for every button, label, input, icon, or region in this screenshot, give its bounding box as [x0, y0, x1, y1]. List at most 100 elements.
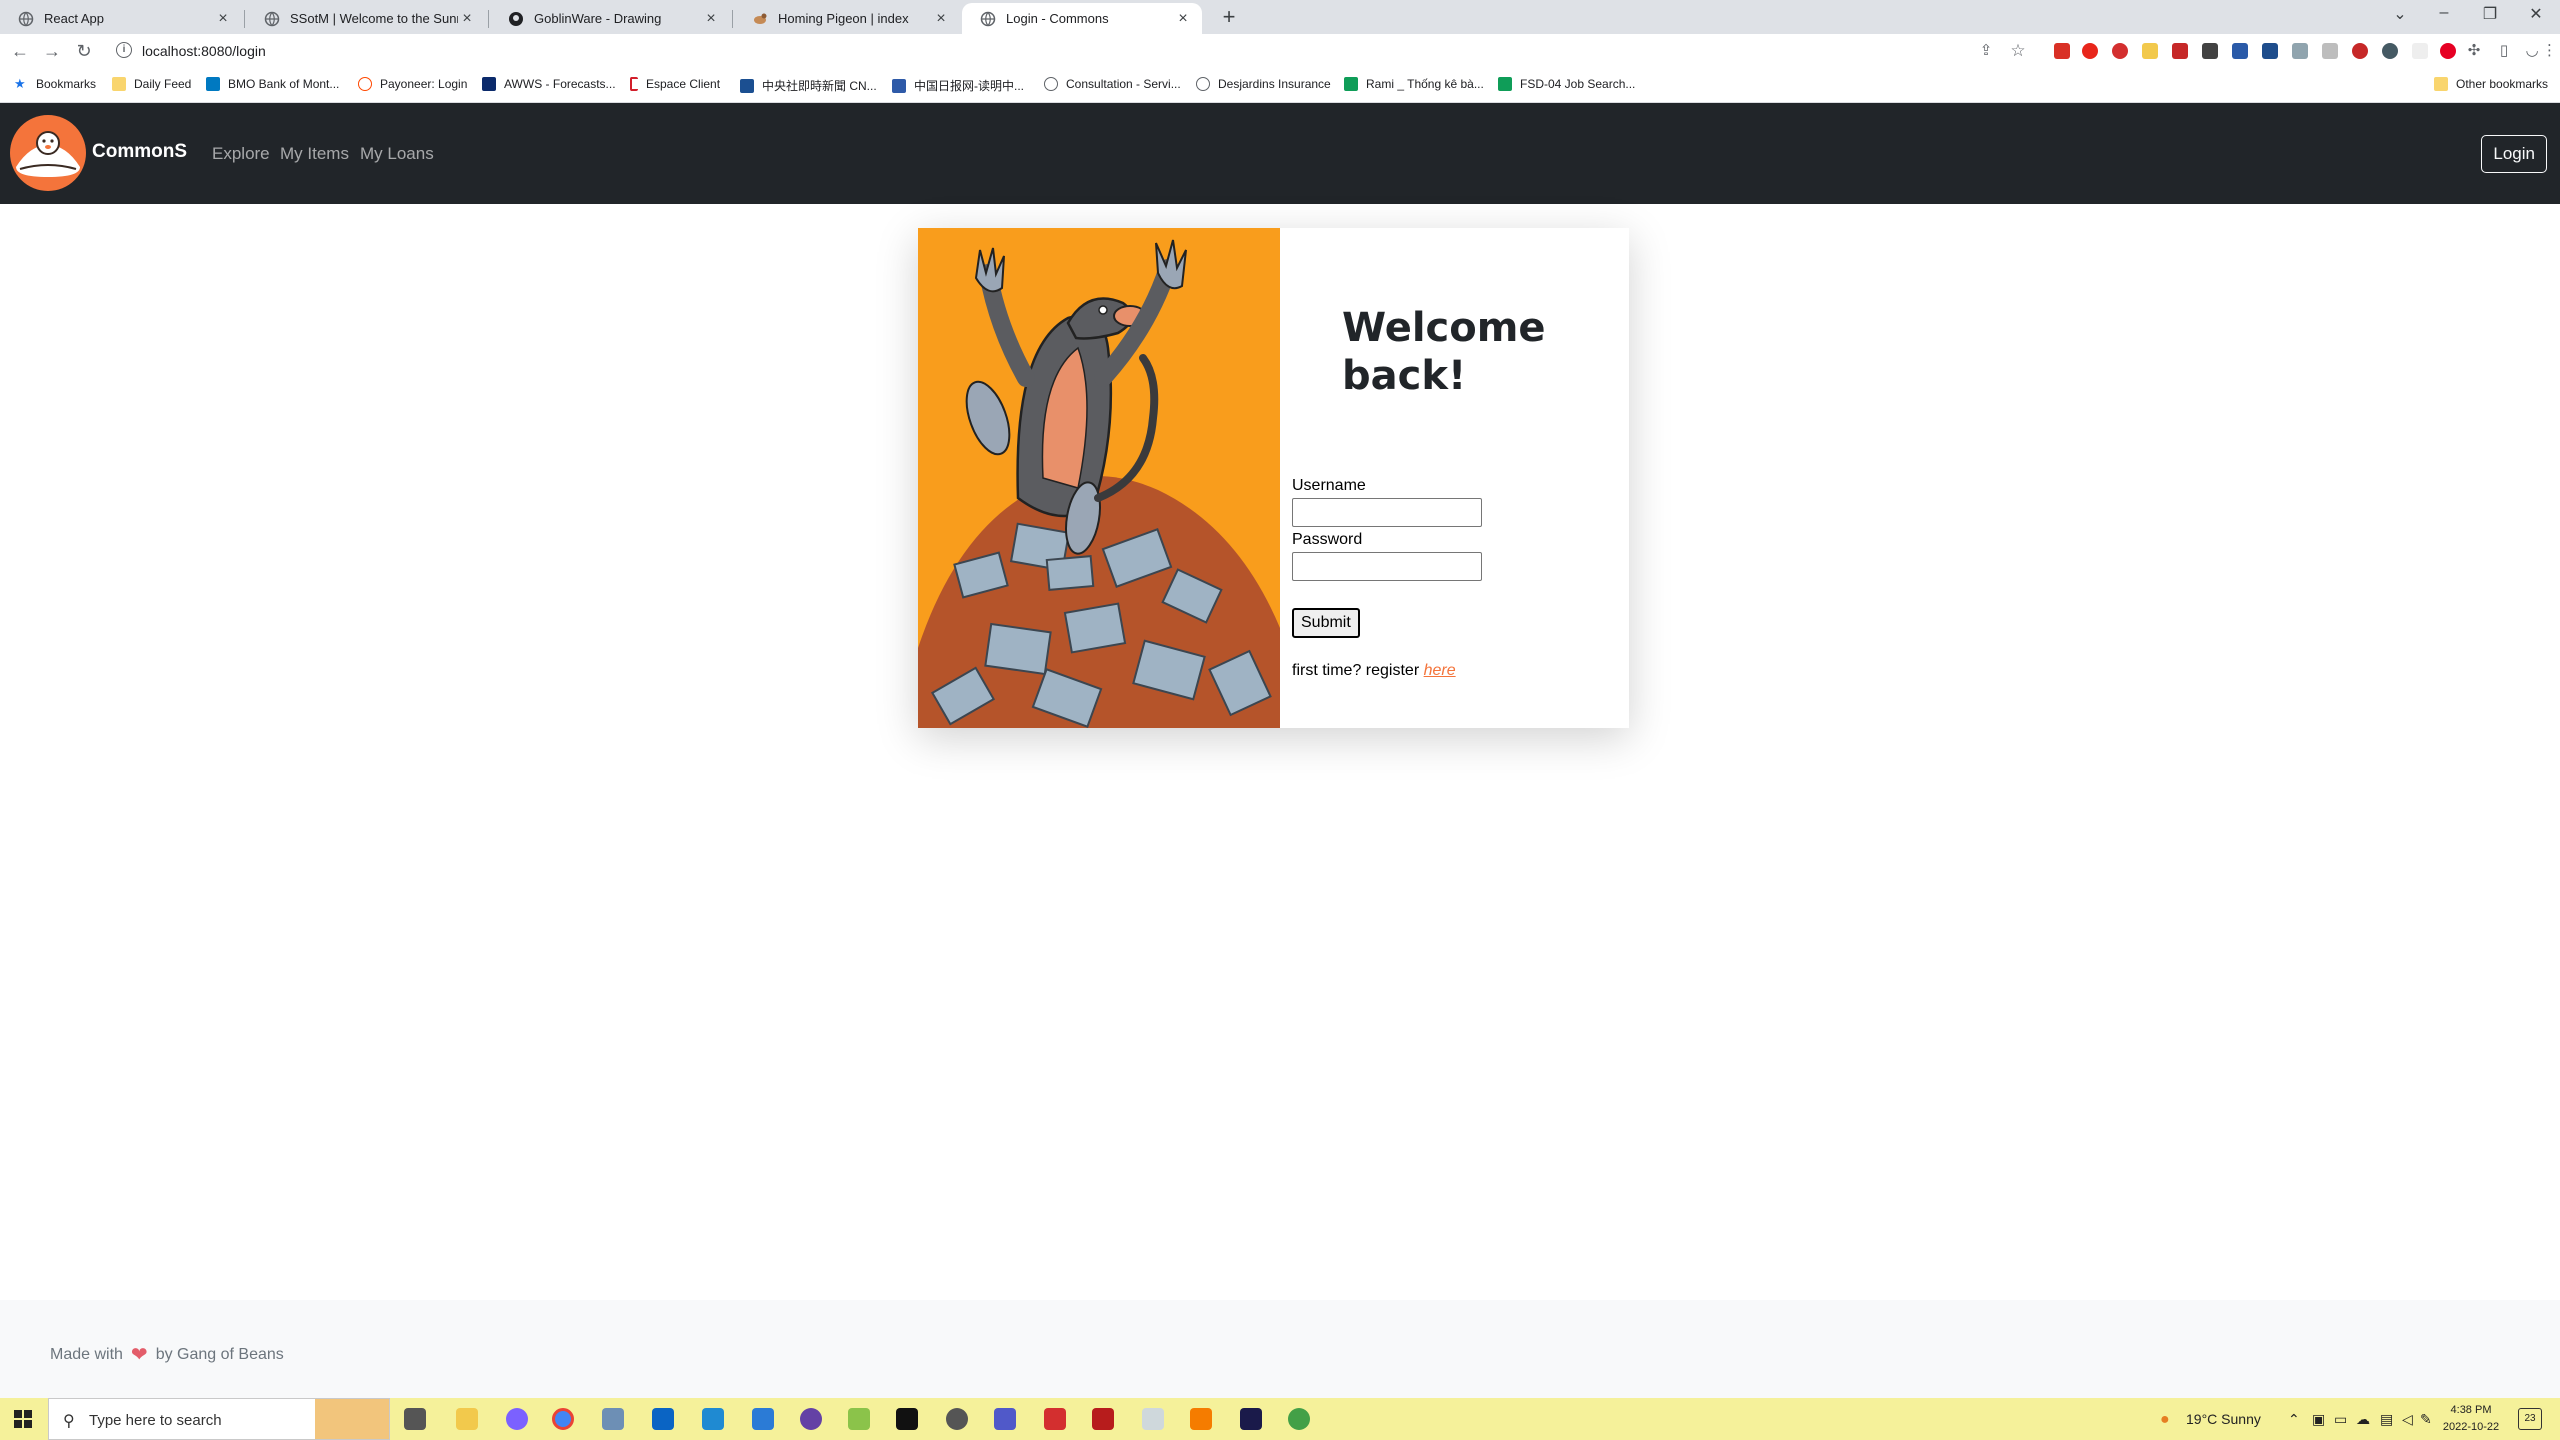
app-icon[interactable] — [1142, 1408, 1164, 1430]
close-tab-icon[interactable]: × — [932, 10, 950, 28]
close-tab-icon[interactable]: × — [1174, 10, 1192, 28]
pdf-icon[interactable] — [1092, 1408, 1114, 1430]
tab-search-icon[interactable]: ⌄ — [2380, 4, 2420, 24]
tray-pen-icon[interactable]: ✎ — [2420, 1411, 2432, 1428]
extension-icon[interactable] — [2352, 43, 2368, 59]
bookmark-item[interactable]: FSD-04 Job Search... — [1498, 77, 1635, 91]
tray-app-icon[interactable]: ▤ — [2380, 1411, 2393, 1428]
footer-prefix: Made with — [50, 1345, 123, 1363]
app-icon[interactable] — [848, 1408, 870, 1430]
nav-my-items[interactable]: My Items — [280, 144, 349, 164]
browser-tab[interactable]: SSotM | Welcome to the Sunny Si × — [246, 3, 486, 34]
app-icon[interactable] — [1190, 1408, 1212, 1430]
outlook-icon[interactable] — [652, 1408, 674, 1430]
forward-icon[interactable]: → — [40, 40, 64, 64]
extension-icon[interactable] — [2172, 43, 2188, 59]
browser-tab[interactable]: Homing Pigeon | index × — [734, 3, 960, 34]
commons-logo[interactable] — [10, 115, 86, 191]
intellij-icon[interactable] — [1240, 1408, 1262, 1430]
browser-tab[interactable]: React App × — [0, 3, 242, 34]
bookmark-item[interactable]: Espace Client — [630, 77, 720, 91]
tray-speaker-icon[interactable]: ◁ — [2402, 1411, 2413, 1428]
username-input[interactable] — [1292, 498, 1482, 527]
bookmark-item[interactable]: Daily Feed — [112, 77, 191, 91]
share-icon[interactable]: ⇪ — [1974, 40, 1998, 64]
extension-icon[interactable] — [2262, 43, 2278, 59]
app-icon[interactable] — [1288, 1408, 1310, 1430]
bookmark-item[interactable]: AWWS - Forecasts... — [482, 77, 616, 91]
sheet-icon — [1344, 77, 1358, 91]
chrome-icon[interactable] — [552, 1408, 574, 1430]
browser-tab-active[interactable]: Login - Commons × — [962, 3, 1202, 34]
restore-icon[interactable]: ❐ — [2470, 4, 2510, 24]
adblock-icon[interactable] — [2112, 43, 2128, 59]
bookmark-item[interactable]: Rami _ Thống kê bà... — [1344, 77, 1484, 91]
brand-name[interactable]: CommonS — [92, 141, 187, 163]
reload-icon[interactable]: ↻ — [72, 40, 96, 64]
extension-icon[interactable] — [2232, 43, 2248, 59]
side-panel-icon[interactable]: ▯ — [2492, 40, 2516, 64]
file-explorer-icon[interactable] — [456, 1408, 478, 1430]
task-view-icon[interactable] — [404, 1408, 426, 1430]
weather-text[interactable]: 19°C Sunny — [2186, 1411, 2261, 1427]
settings-gear-icon[interactable] — [946, 1408, 968, 1430]
extension-icon[interactable] — [2142, 43, 2158, 59]
bookmark-item[interactable]: Desjardins Insurance — [1196, 77, 1331, 91]
puzzle-icon[interactable] — [2428, 40, 2452, 64]
tray-chevron-icon[interactable]: ⌃ — [2288, 1411, 2300, 1428]
search-icon: ⚲ — [63, 1413, 75, 1430]
teams-icon[interactable] — [994, 1408, 1016, 1430]
windows-start-icon[interactable] — [14, 1410, 32, 1428]
terminal-icon[interactable] — [896, 1408, 918, 1430]
minimize-icon[interactable]: – — [2424, 4, 2464, 22]
address-bar[interactable]: i localhost:8080/login — [110, 36, 2026, 66]
extension-icon[interactable] — [2292, 43, 2308, 59]
bookmark-item[interactable]: Consultation - Servi... — [1044, 77, 1181, 91]
password-input[interactable] — [1292, 552, 1482, 581]
new-tab-button[interactable]: + — [1216, 5, 1242, 31]
browser-tab[interactable]: GoblinWare - Drawing × — [490, 3, 730, 34]
paint-icon[interactable] — [506, 1408, 528, 1430]
globe-icon — [264, 11, 280, 26]
bookmark-item[interactable]: 中央社即時新聞 CN... — [740, 77, 877, 94]
bookmark-item[interactable]: ★ Bookmarks — [14, 77, 96, 92]
bookmark-item[interactable]: Payoneer: Login — [358, 77, 467, 91]
profile-icon[interactable]: ◡ — [2520, 40, 2544, 64]
app-icon[interactable] — [752, 1408, 774, 1430]
login-button[interactable]: Login — [2481, 135, 2547, 173]
submit-button[interactable]: Submit — [1292, 608, 1360, 638]
extension-icon[interactable] — [2202, 43, 2218, 59]
footer-suffix: by Gang of Beans — [155, 1345, 284, 1363]
tab-divider — [732, 10, 733, 28]
bookmark-item[interactable]: 中国日报网-读明中... — [892, 77, 1024, 94]
extension-icon[interactable] — [2082, 43, 2098, 59]
menu-kebab-icon[interactable]: ⋮ — [2542, 40, 2557, 64]
extension-icon[interactable] — [2412, 43, 2428, 59]
tray-app-icon[interactable]: ▣ — [2312, 1411, 2325, 1428]
extension-icon[interactable] — [2322, 43, 2338, 59]
close-window-icon[interactable]: ✕ — [2516, 4, 2556, 24]
close-tab-icon[interactable]: × — [214, 10, 232, 28]
notification-center-icon[interactable]: 23 — [2518, 1408, 2542, 1430]
bookmark-item[interactable]: BMO Bank of Mont... — [206, 77, 339, 91]
acrobat-icon[interactable] — [1044, 1408, 1066, 1430]
vscode-icon[interactable] — [702, 1408, 724, 1430]
bookmark-star-icon[interactable]: ☆ — [2006, 40, 2030, 64]
system-clock[interactable]: 4:38 PM 2022-10-22 — [2440, 1402, 2502, 1436]
tray-cloud-icon[interactable]: ☁ — [2356, 1411, 2370, 1428]
site-info-icon[interactable]: i — [116, 42, 132, 58]
close-tab-icon[interactable]: × — [702, 10, 720, 28]
app-icon[interactable] — [602, 1408, 624, 1430]
register-link[interactable]: here — [1424, 662, 1456, 679]
other-bookmarks[interactable]: Other bookmarks — [2434, 77, 2548, 91]
extensions-puzzle-icon[interactable]: ✣ — [2462, 40, 2486, 64]
taskbar-search[interactable]: ⚲ Type here to search — [48, 1398, 390, 1440]
app-icon[interactable] — [800, 1408, 822, 1430]
nav-explore[interactable]: Explore — [212, 144, 270, 164]
tray-network-icon[interactable]: ▭ — [2334, 1411, 2347, 1428]
nav-my-loans[interactable]: My Loans — [360, 144, 434, 164]
extension-icon[interactable] — [2054, 43, 2070, 59]
back-icon[interactable]: ← — [8, 40, 32, 64]
close-tab-icon[interactable]: × — [458, 10, 476, 28]
extension-icon[interactable] — [2382, 43, 2398, 59]
